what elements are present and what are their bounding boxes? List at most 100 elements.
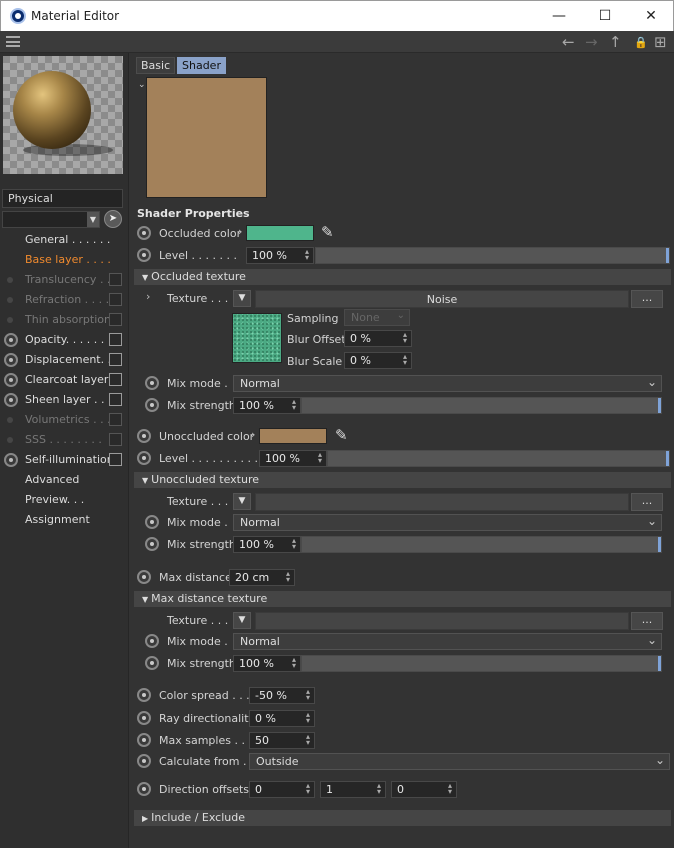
sidebar-item[interactable]: Clearcoat layer	[0, 370, 128, 390]
animate-radio[interactable]	[137, 570, 151, 584]
menu-icon[interactable]	[6, 36, 20, 47]
animate-radio[interactable]	[145, 376, 159, 390]
sidebar-item[interactable]: Displacement. . .	[0, 350, 128, 370]
sidebar-item[interactable]: Refraction . . . .	[0, 290, 128, 310]
direction-y-input[interactable]: 1 ▴ ▾	[320, 781, 386, 798]
animate-radio[interactable]	[4, 393, 18, 407]
animate-radio[interactable]	[137, 754, 151, 768]
mix-strength-slider[interactable]	[301, 397, 662, 414]
sidebar-item[interactable]: Preview. . .	[0, 490, 128, 510]
animate-radio[interactable]	[137, 733, 151, 747]
slider-knob[interactable]	[666, 248, 669, 263]
material-name-field[interactable]: Physical	[2, 189, 123, 208]
slider-knob[interactable]	[658, 656, 661, 671]
animate-radio[interactable]	[145, 634, 159, 648]
color-spread-input[interactable]: -50 % ▴ ▾	[249, 687, 315, 704]
sidebar-item[interactable]: Volumetrics . . .	[0, 410, 128, 430]
mix-mode-select[interactable]: Normal ⌄	[233, 514, 662, 531]
mix-mode-select[interactable]: Normal ⌄	[233, 375, 662, 392]
level2-slider[interactable]	[327, 450, 670, 467]
animate-radio[interactable]	[4, 333, 18, 347]
chevron-down-icon[interactable]: ▼	[87, 212, 99, 227]
minimize-button[interactable]: —	[539, 4, 579, 28]
animate-radio[interactable]	[137, 248, 151, 262]
animate-radio[interactable]	[4, 353, 18, 367]
back-arrow-icon[interactable]: ←	[562, 33, 575, 51]
direction-x-input[interactable]: 0 ▴ ▾	[249, 781, 315, 798]
spinner-icon[interactable]: ▴ ▾	[401, 353, 409, 367]
animate-radio[interactable]	[145, 515, 159, 529]
forward-arrow-icon[interactable]: →	[585, 33, 598, 51]
spinner-icon[interactable]: ▴ ▾	[290, 537, 298, 551]
texture-more-button[interactable]: ...	[631, 290, 663, 308]
animate-radio[interactable]	[137, 429, 151, 443]
level-input[interactable]: 100 % ▴ ▾	[246, 247, 314, 264]
mix-strength-input[interactable]: 100 % ▴ ▾	[233, 536, 301, 553]
sidebar-item[interactable]: Translucency . . .	[0, 270, 128, 290]
texture-more-button[interactable]: ...	[631, 493, 663, 511]
sidebar-item[interactable]: Sheen layer . . .	[0, 390, 128, 410]
sidebar-item[interactable]: SSS . . . . . . . .	[0, 430, 128, 450]
sidebar-item[interactable]: Self-illumination	[0, 450, 128, 470]
chevron-right-icon[interactable]: ›	[238, 225, 242, 238]
sidebar-item[interactable]: Assignment	[0, 510, 128, 530]
animate-radio[interactable]	[137, 688, 151, 702]
spinner-icon[interactable]: ▴ ▾	[316, 451, 324, 465]
slider-knob[interactable]	[658, 398, 661, 413]
enable-checkbox[interactable]	[109, 333, 122, 346]
spinner-icon[interactable]: ▴ ▾	[304, 688, 312, 702]
texture-menu-button[interactable]: ▼	[233, 612, 251, 629]
enable-checkbox[interactable]	[109, 453, 122, 466]
texture-field[interactable]: Noise	[255, 290, 629, 308]
max-distance-input[interactable]: 20 cm ▴ ▾	[229, 569, 295, 586]
calculate-from-select[interactable]: Outside ⌄	[249, 753, 670, 770]
sidebar-item[interactable]: Thin absorption	[0, 310, 128, 330]
level-slider[interactable]	[315, 247, 670, 264]
include-exclude-group[interactable]: ▶ Include / Exclude	[134, 810, 671, 826]
blur-offset-input[interactable]: 0 % ▴ ▾	[344, 330, 412, 347]
up-arrow-icon[interactable]: ↑	[609, 33, 622, 51]
mix-strength-slider[interactable]	[301, 536, 662, 553]
maximize-button[interactable]: ☐	[585, 4, 625, 28]
enable-checkbox[interactable]	[109, 313, 122, 326]
enable-checkbox[interactable]	[109, 373, 122, 386]
tab-basic[interactable]: Basic	[136, 57, 176, 74]
sidebar-item[interactable]: Advanced	[0, 470, 128, 490]
level2-input[interactable]: 100 % ▴ ▾	[259, 450, 327, 467]
texture-menu-button[interactable]: ▼	[233, 493, 251, 510]
sidebar-item[interactable]: General . . . . . .	[0, 230, 128, 250]
eyedropper-icon[interactable]: ✎	[321, 223, 334, 241]
spinner-icon[interactable]: ▴ ▾	[375, 782, 383, 796]
slider-knob[interactable]	[666, 451, 669, 466]
spinner-icon[interactable]: ▴ ▾	[401, 331, 409, 345]
material-preview[interactable]	[3, 56, 123, 174]
chevron-right-icon[interactable]: ›	[251, 428, 255, 441]
enable-checkbox[interactable]	[109, 393, 122, 406]
spinner-icon[interactable]: ▴ ▾	[303, 248, 311, 262]
collapse-preview-icon[interactable]: ⌄	[138, 80, 146, 90]
spinner-icon[interactable]: ▴ ▾	[290, 656, 298, 670]
tab-shader[interactable]: Shader	[177, 57, 226, 74]
sidebar-item[interactable]: Base layer . . . .	[0, 250, 128, 270]
eyedropper-icon[interactable]: ✎	[335, 426, 348, 444]
slider-knob[interactable]	[658, 537, 661, 552]
animate-radio[interactable]	[4, 453, 18, 467]
animate-radio[interactable]	[4, 373, 18, 387]
spinner-icon[interactable]: ▴ ▾	[446, 782, 454, 796]
max-distance-texture-group[interactable]: ▼ Max distance texture	[134, 591, 671, 607]
mix-strength-slider[interactable]	[301, 655, 662, 672]
enable-checkbox[interactable]	[109, 413, 122, 426]
enable-checkbox[interactable]	[109, 433, 122, 446]
direction-z-input[interactable]: 0 ▴ ▾	[391, 781, 457, 798]
mix-strength-input[interactable]: 100 % ▴ ▾	[233, 397, 301, 414]
material-type-select[interactable]: ▼	[2, 211, 100, 228]
unoccluded-texture-group[interactable]: ▼ Unoccluded texture	[134, 472, 671, 488]
animate-radio[interactable]	[145, 537, 159, 551]
enable-checkbox[interactable]	[109, 353, 122, 366]
texture-field[interactable]	[255, 493, 629, 511]
pick-material-button[interactable]: ➤	[104, 210, 122, 228]
spinner-icon[interactable]: ▴ ▾	[284, 570, 292, 584]
spinner-icon[interactable]: ▴ ▾	[304, 782, 312, 796]
ray-directionality-input[interactable]: 0 % ▴ ▾	[249, 710, 315, 727]
animate-radio[interactable]	[137, 451, 151, 465]
